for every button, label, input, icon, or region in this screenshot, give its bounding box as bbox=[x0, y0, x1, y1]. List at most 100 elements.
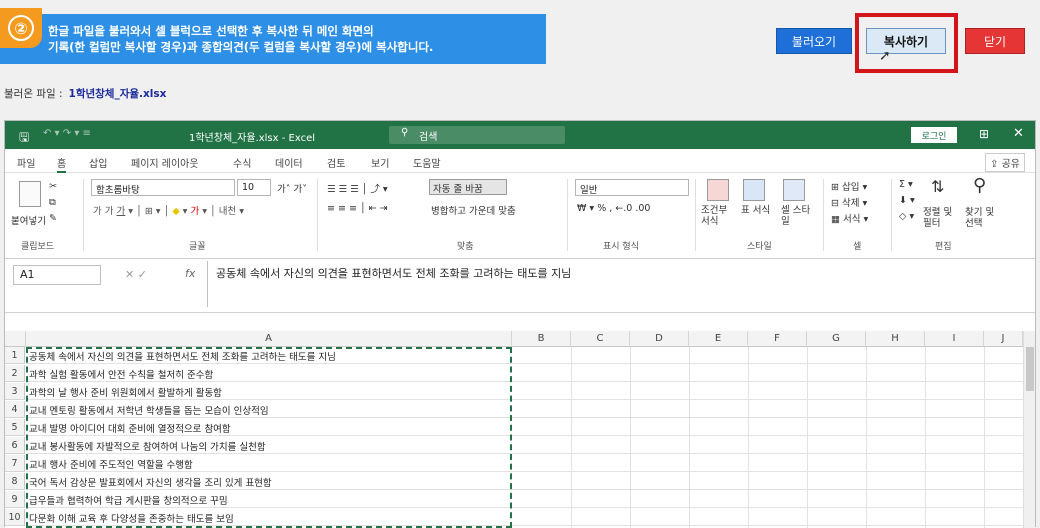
tab-view[interactable]: 보기 bbox=[371, 155, 389, 170]
align-top-icons[interactable]: ☰ ☰ ☰ │ ⤴ ▾ bbox=[327, 181, 388, 195]
delete-cells-button[interactable]: ⊟ 삭제 ▾ bbox=[831, 195, 867, 209]
search-placeholder: 검색 bbox=[419, 132, 438, 143]
divider bbox=[83, 179, 84, 251]
format-cells-button[interactable]: ▦ 서식 ▾ bbox=[831, 211, 868, 225]
row-header[interactable]: 4 bbox=[5, 401, 25, 418]
column-header[interactable]: D bbox=[630, 331, 689, 347]
align-icons[interactable]: ≡ ≡ ≡ │ ⇤ ⇥ bbox=[327, 203, 388, 214]
close-button[interactable]: 닫기 bbox=[965, 28, 1025, 54]
select-all-corner[interactable] bbox=[5, 331, 26, 347]
format-painter-icon[interactable]: ✎ bbox=[49, 213, 57, 224]
font-style-icons[interactable]: 가 가 가 ▾ │ ⊞ ▾ │ ◆ ▾ 가 ▾ │ 내천 ▾ bbox=[93, 203, 244, 217]
column-header[interactable]: G bbox=[807, 331, 866, 347]
window-title: 1학년창체_자율.xlsx - Excel bbox=[189, 133, 316, 144]
group-editing: 편집 bbox=[935, 242, 952, 252]
font-grow-icon[interactable]: 가˄ 가˅ bbox=[277, 181, 307, 195]
row-header[interactable]: 10 bbox=[5, 509, 25, 526]
share-button[interactable]: ⇪ 공유 bbox=[985, 153, 1025, 172]
tab-insert[interactable]: 삽입 bbox=[89, 155, 107, 170]
row-header[interactable]: 1 bbox=[5, 347, 25, 364]
search-icon: ⚲ bbox=[401, 127, 409, 138]
font-name-select[interactable]: 함초롬바탕 bbox=[91, 179, 235, 196]
tab-file[interactable]: 파일 bbox=[17, 155, 35, 170]
cell-style-icon[interactable] bbox=[783, 179, 805, 201]
row-header[interactable]: 3 bbox=[5, 383, 25, 400]
copy-button-highlight bbox=[855, 13, 958, 73]
copy-icon[interactable]: ⧉ bbox=[49, 197, 56, 208]
table-format-icon[interactable] bbox=[743, 179, 765, 201]
cut-icon[interactable]: ✂ bbox=[49, 181, 57, 192]
name-box[interactable]: A1 bbox=[13, 265, 101, 285]
tab-home[interactable]: 홈 bbox=[57, 155, 67, 173]
undo-icon[interactable]: ↶ ▾ ↷ ▾ ≡ bbox=[43, 128, 91, 139]
paste-icon[interactable] bbox=[19, 181, 41, 207]
column-header[interactable]: B bbox=[512, 331, 571, 347]
row-header[interactable]: 6 bbox=[5, 437, 25, 454]
group-clipboard: 클립보드 bbox=[21, 242, 55, 252]
row-header[interactable]: 5 bbox=[5, 419, 25, 436]
column-header[interactable]: E bbox=[689, 331, 748, 347]
excel-window: 🖫 ↶ ▾ ↷ ▾ ≡ 1학년창체_자율.xlsx - Excel ⚲ 검색 로그… bbox=[4, 120, 1036, 528]
sort-filter-icon[interactable]: ⇅ bbox=[931, 177, 944, 196]
fx-icon[interactable]: fx bbox=[185, 267, 195, 280]
tab-help[interactable]: 도움말 bbox=[413, 155, 441, 170]
group-alignment: 맞춤 bbox=[457, 242, 474, 252]
column-header[interactable]: J bbox=[984, 331, 1023, 347]
tab-page-layout[interactable]: 페이지 레이아웃 bbox=[131, 155, 199, 170]
copy-selection-marquee bbox=[26, 347, 512, 528]
insert-cells-button[interactable]: ⊞ 삽입 ▾ bbox=[831, 179, 867, 193]
conditional-format-icon[interactable] bbox=[707, 179, 729, 201]
column-header[interactable]: C bbox=[571, 331, 630, 347]
menu-bar: 파일 홈 삽입 페이지 레이아웃 수식 데이터 검토 보기 도움말 ⇪ 공유 bbox=[5, 149, 1035, 173]
tab-data[interactable]: 데이터 bbox=[275, 155, 303, 170]
cell-style-label: 셀 스타일 bbox=[781, 205, 811, 227]
load-button[interactable]: 불러오기 bbox=[776, 28, 852, 54]
conditional-format-label: 조건부 서식 bbox=[701, 205, 728, 227]
insert-label: 삽입 bbox=[841, 182, 860, 193]
divider bbox=[695, 179, 696, 251]
clear-icon[interactable]: ◇ ▾ bbox=[899, 211, 914, 222]
divider bbox=[823, 179, 824, 251]
tab-formulas[interactable]: 수식 bbox=[233, 155, 251, 170]
column-header[interactable]: H bbox=[866, 331, 925, 347]
ribbon-display-icon[interactable]: ⊞ bbox=[979, 127, 989, 141]
column-header[interactable]: I bbox=[925, 331, 984, 347]
step-number: ② bbox=[8, 15, 34, 41]
loaded-file-name: 1학년창체_자율.xlsx bbox=[68, 88, 167, 100]
save-icon[interactable]: 🖫 bbox=[19, 128, 29, 149]
row-header[interactable]: 8 bbox=[5, 473, 25, 490]
merge-button[interactable]: 병합하고 가운데 맞춤 bbox=[431, 203, 516, 217]
column-header[interactable]: F bbox=[748, 331, 807, 347]
share-icon: ⇪ bbox=[990, 159, 1002, 170]
find-select-label: 찾기 및 선택 bbox=[965, 207, 995, 229]
group-styles: 스타일 bbox=[747, 242, 772, 252]
column-header[interactable]: A bbox=[26, 331, 512, 347]
group-cells: 셀 bbox=[853, 242, 862, 252]
search-box[interactable]: ⚲ 검색 bbox=[389, 126, 565, 144]
share-label: 공유 bbox=[1001, 159, 1020, 170]
group-number: 표시 형식 bbox=[603, 242, 639, 252]
loaded-file-line: 불러온 파일 : 1학년창체_자율.xlsx bbox=[4, 86, 166, 101]
tab-review[interactable]: 검토 bbox=[327, 155, 345, 170]
excel-titlebar: 🖫 ↶ ▾ ↷ ▾ ≡ 1학년창체_자율.xlsx - Excel ⚲ 검색 로그… bbox=[5, 121, 1035, 149]
info-line-2: 기록(한 컬럼만 복사할 경우)과 종합의견(두 컬럼을 복사할 경우)에 복사… bbox=[48, 40, 434, 54]
number-format-select[interactable]: 일반 bbox=[575, 179, 689, 196]
row-header[interactable]: 7 bbox=[5, 455, 25, 472]
row-header[interactable]: 2 bbox=[5, 365, 25, 382]
close-window-icon[interactable]: ✕ bbox=[1013, 126, 1024, 141]
scrollbar-thumb[interactable] bbox=[1026, 347, 1034, 391]
divider bbox=[891, 179, 892, 251]
vertical-scrollbar[interactable] bbox=[1023, 331, 1035, 528]
number-format-icons[interactable]: ₩ ▾ % , ←.0 .00 bbox=[577, 203, 650, 214]
login-button[interactable]: 로그인 bbox=[911, 127, 957, 143]
font-size-select[interactable]: 10 bbox=[237, 179, 271, 196]
sort-filter-label: 정렬 및 필터 bbox=[923, 207, 953, 229]
formula-input[interactable]: 공동체 속에서 자신의 의견을 표현하면서도 전체 조화를 고려하는 태도를 지… bbox=[207, 261, 1027, 307]
find-select-icon[interactable]: ⚲ bbox=[973, 175, 986, 196]
row-header[interactable]: 9 bbox=[5, 491, 25, 508]
fill-icon[interactable]: ⬇ ▾ bbox=[899, 195, 915, 206]
autosum-icon[interactable]: Σ ▾ bbox=[899, 179, 913, 190]
info-banner: 한글 파일을 불러와서 셀 블럭으로 선택한 후 복사한 뒤 메인 화면의 기록… bbox=[0, 14, 546, 64]
cancel-enter-icons[interactable]: ✕ ✓ bbox=[125, 268, 147, 281]
ribbon: 붙여넣기 ✂ ⧉ ✎ 함초롬바탕 10 가˄ 가˅ 가 가 가 ▾ │ ⊞ ▾ … bbox=[5, 173, 1035, 259]
